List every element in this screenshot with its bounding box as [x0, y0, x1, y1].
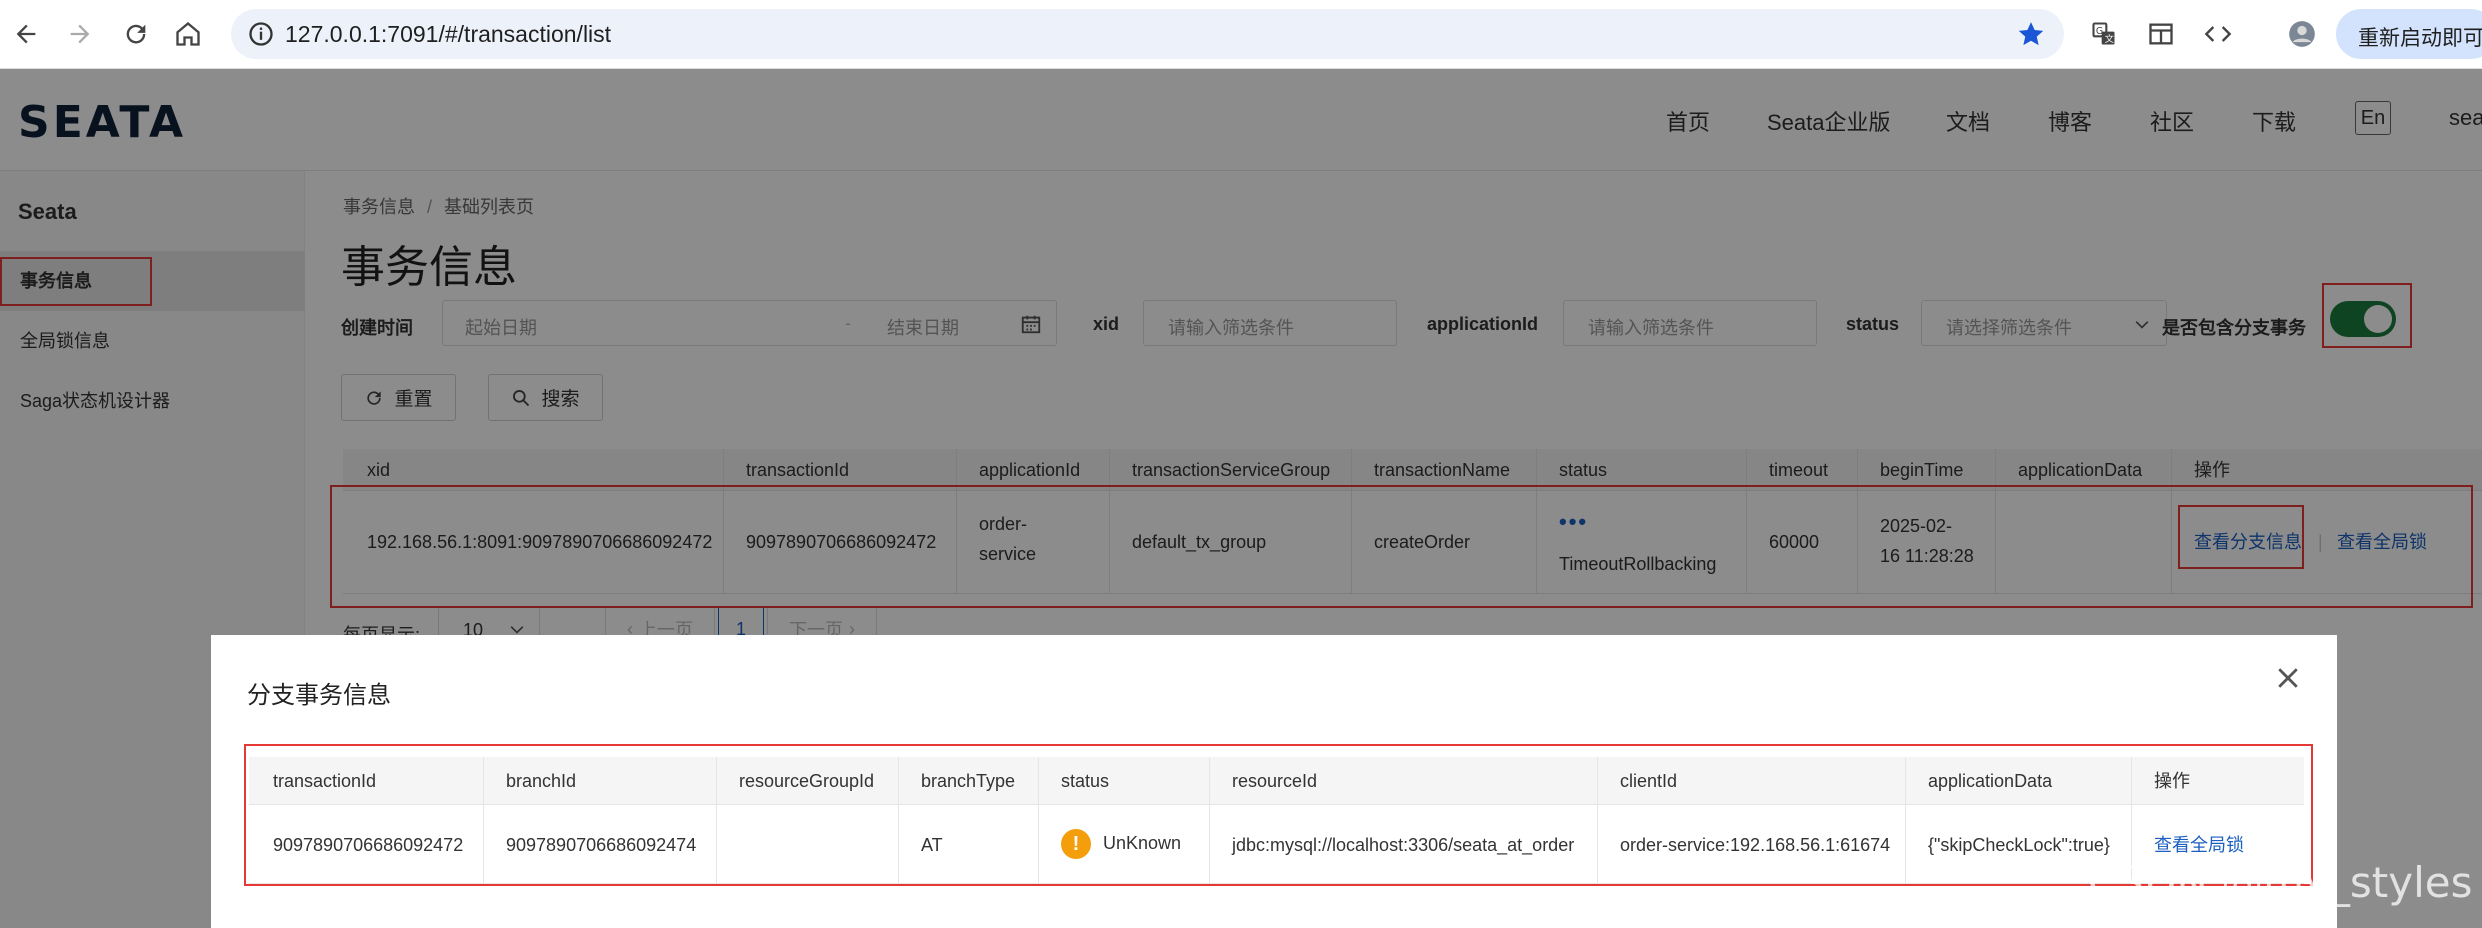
avatar-button[interactable] [2282, 14, 2322, 54]
home-button[interactable] [168, 14, 208, 54]
relaunch-update-button[interactable]: 重新启动即可更 [2336, 9, 2482, 59]
svg-text:文: 文 [2105, 33, 2114, 45]
arrow-right-icon [70, 24, 90, 44]
dialog-title: 分支事务信息 [247, 682, 391, 709]
svg-text:G: G [2096, 26, 2103, 37]
watermark: CSDN @my_styles [2088, 858, 2473, 907]
reload-icon [126, 24, 146, 44]
reload-button[interactable] [116, 14, 156, 54]
back-button[interactable] [6, 14, 46, 54]
layout-icon [2149, 23, 2173, 45]
translate-button[interactable]: G文 [2084, 14, 2124, 54]
bookmark-star-icon[interactable] [2016, 19, 2046, 49]
info-icon[interactable] [247, 20, 275, 48]
annotation-box-branch-table [244, 744, 2313, 886]
browser-toolbar: 127.0.0.1:7091/#/transaction/list G文 重新启… [0, 0, 2482, 69]
forward-button[interactable] [60, 14, 100, 54]
arrow-left-icon [16, 24, 36, 44]
close-icon[interactable] [2273, 663, 2303, 693]
devtools-button[interactable] [2198, 14, 2238, 54]
address-bar[interactable]: 127.0.0.1:7091/#/transaction/list [231, 9, 2064, 59]
reading-mode-button[interactable] [2141, 14, 2181, 54]
translate-icon: G文 [2092, 22, 2115, 45]
relaunch-update-label: 重新启动即可更 [2358, 27, 2482, 50]
url-text: 127.0.0.1:7091/#/transaction/list [285, 21, 612, 47]
home-icon [176, 21, 200, 46]
code-icon [2204, 26, 2232, 42]
avatar-icon [2289, 21, 2315, 47]
